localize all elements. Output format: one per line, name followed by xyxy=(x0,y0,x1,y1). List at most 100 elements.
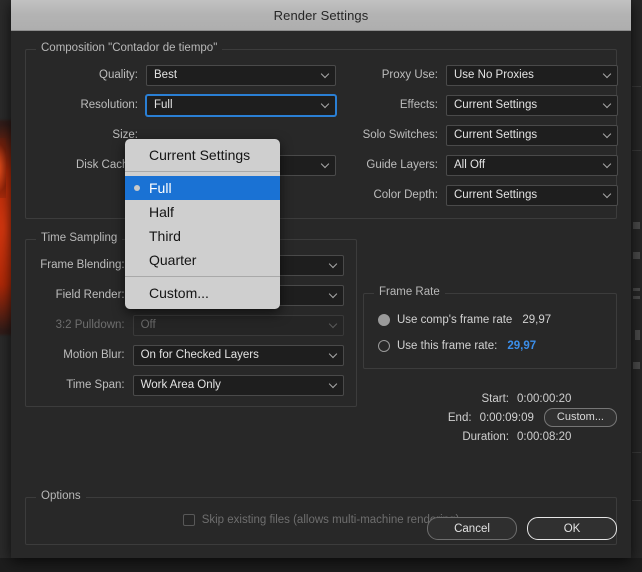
pulldown-value: Off xyxy=(140,319,156,331)
frame-rate-group-legend: Frame Rate xyxy=(374,286,445,298)
skip-existing-files-label: Skip existing files (allows multi-machin… xyxy=(201,514,460,526)
solo-switches-row: Solo Switches: Current Settings xyxy=(336,124,618,146)
color-depth-label: Color Depth: xyxy=(373,189,438,201)
dialog-title: Render Settings xyxy=(273,7,369,23)
effects-select[interactable]: Current Settings xyxy=(446,94,618,116)
quality-label: Quality: xyxy=(99,69,138,81)
end-label: End: xyxy=(447,411,472,424)
color-depth-value: Current Settings xyxy=(454,189,538,201)
resolution-label: Resolution: xyxy=(80,99,138,111)
use-this-frame-rate-option[interactable]: Use this frame rate: 29,97 xyxy=(378,336,604,356)
time-span-readout: Start: 0:00:00:20 End: 0:00:09:09 Custom… xyxy=(363,389,617,446)
menu-item-custom[interactable]: Custom... xyxy=(125,281,280,305)
menu-item-label: Half xyxy=(149,204,174,220)
chevron-down-icon xyxy=(322,101,329,108)
proxy-use-select[interactable]: Use No Proxies xyxy=(446,64,618,86)
menu-item-current-settings[interactable]: Current Settings xyxy=(125,143,280,167)
pulldown-select: Off xyxy=(132,314,344,336)
end-line: End: 0:00:09:09 Custom... xyxy=(363,408,617,427)
effects-value: Current Settings xyxy=(454,99,538,111)
radio-check-icon xyxy=(134,185,140,191)
ok-button[interactable]: OK xyxy=(527,517,617,540)
start-label: Start: xyxy=(481,392,509,405)
dialog-titlebar: Render Settings xyxy=(11,0,631,31)
menu-item-third[interactable]: Third xyxy=(125,224,280,248)
menu-separator xyxy=(125,171,280,172)
right-panel-strip xyxy=(631,0,642,572)
chevron-down-icon xyxy=(330,291,337,298)
menu-item-label: Custom... xyxy=(149,285,209,301)
options-group-legend: Options xyxy=(36,490,86,502)
proxy-use-label: Proxy Use: xyxy=(381,69,438,81)
bottom-strip xyxy=(0,558,642,572)
radio-unselected-icon xyxy=(378,340,390,352)
dialog-body: Composition "Contador de tiempo" Quality… xyxy=(11,31,631,558)
chevron-down-icon xyxy=(604,131,611,138)
time-sampling-group-legend: Time Sampling xyxy=(36,232,123,244)
menu-item-label: Third xyxy=(149,228,181,244)
use-comp-frame-rate-option[interactable]: Use comp's frame rate 29,97 xyxy=(378,310,604,330)
duration-line: Duration: 0:00:08:20 xyxy=(363,427,617,446)
motion-blur-label: Motion Blur: xyxy=(63,349,125,361)
chevron-down-icon xyxy=(322,71,329,78)
comp-frame-rate-value: 29,97 xyxy=(522,314,552,326)
motion-blur-row: Motion Blur: On for Checked Layers xyxy=(26,344,344,366)
chevron-down-icon xyxy=(604,101,611,108)
menu-separator xyxy=(125,276,280,277)
frame-blending-label: Frame Blending: xyxy=(40,259,125,271)
end-value: 0:00:09:09 xyxy=(479,411,534,424)
guide-layers-select[interactable]: All Off xyxy=(446,154,618,176)
color-depth-select[interactable]: Current Settings xyxy=(446,184,618,206)
start-value: 0:00:00:20 xyxy=(517,392,572,405)
duration-label: Duration: xyxy=(462,430,509,443)
pulldown-row: 3:2 Pulldown: Off xyxy=(26,314,344,336)
color-depth-row: Color Depth: Current Settings xyxy=(336,184,618,206)
guide-layers-row: Guide Layers: All Off xyxy=(336,154,618,176)
time-span-label: Time Span: xyxy=(66,379,125,391)
solo-switches-value: Current Settings xyxy=(454,129,538,141)
resolution-value: Full xyxy=(154,99,173,111)
menu-item-half[interactable]: Half xyxy=(125,200,280,224)
menu-item-label: Current Settings xyxy=(149,147,251,163)
composition-right-column: Proxy Use: Use No Proxies Effects: Curre… xyxy=(336,64,618,206)
pulldown-label: 3:2 Pulldown: xyxy=(55,319,125,331)
proxy-use-row: Proxy Use: Use No Proxies xyxy=(336,64,618,86)
quality-value: Best xyxy=(154,69,178,81)
field-render-label: Field Render: xyxy=(55,289,125,301)
render-settings-dialog: Render Settings Composition "Contador de… xyxy=(11,0,631,558)
effects-label: Effects: xyxy=(399,99,438,111)
cancel-button[interactable]: Cancel xyxy=(427,517,517,540)
resolution-row: Resolution: Full xyxy=(38,94,336,116)
motion-blur-select[interactable]: On for Checked Layers xyxy=(132,344,344,366)
chevron-down-icon xyxy=(330,351,337,358)
menu-item-quarter[interactable]: Quarter xyxy=(125,248,280,272)
use-comp-frame-rate-label: Use comp's frame rate xyxy=(397,314,513,326)
chevron-down-icon xyxy=(330,261,337,268)
radio-selected-icon xyxy=(378,314,390,326)
proxy-use-value: Use No Proxies xyxy=(454,69,534,81)
chevron-down-icon xyxy=(330,381,337,388)
this-frame-rate-value[interactable]: 29,97 xyxy=(507,340,536,352)
chevron-down-icon xyxy=(604,71,611,78)
time-span-select[interactable]: Work Area Only xyxy=(132,374,344,396)
custom-time-span-button[interactable]: Custom... xyxy=(543,408,617,427)
menu-item-label: Full xyxy=(149,180,172,196)
menu-item-full[interactable]: Full xyxy=(125,176,280,200)
quality-select[interactable]: Best xyxy=(146,64,336,86)
composition-group-legend: Composition "Contador de tiempo" xyxy=(36,42,223,54)
chevron-down-icon xyxy=(330,321,337,328)
time-span-row: Time Span: Work Area Only xyxy=(26,374,344,396)
resolution-select[interactable]: Full xyxy=(146,94,336,116)
start-line: Start: 0:00:00:20 xyxy=(363,389,617,408)
resolution-dropdown-menu[interactable]: Current Settings Full Half Third Quarter… xyxy=(125,139,280,309)
motion-blur-value: On for Checked Layers xyxy=(140,349,259,361)
menu-item-label: Quarter xyxy=(149,252,197,268)
solo-switches-select[interactable]: Current Settings xyxy=(446,124,618,146)
dialog-footer: Cancel OK xyxy=(427,517,617,540)
checkbox-unchecked-icon xyxy=(182,514,195,526)
chevron-down-icon xyxy=(322,161,329,168)
time-span-value: Work Area Only xyxy=(140,379,221,391)
chevron-down-icon xyxy=(604,161,611,168)
frame-rate-group: Frame Rate Use comp's frame rate 29,97 U… xyxy=(363,286,617,369)
duration-value: 0:00:08:20 xyxy=(517,430,572,443)
